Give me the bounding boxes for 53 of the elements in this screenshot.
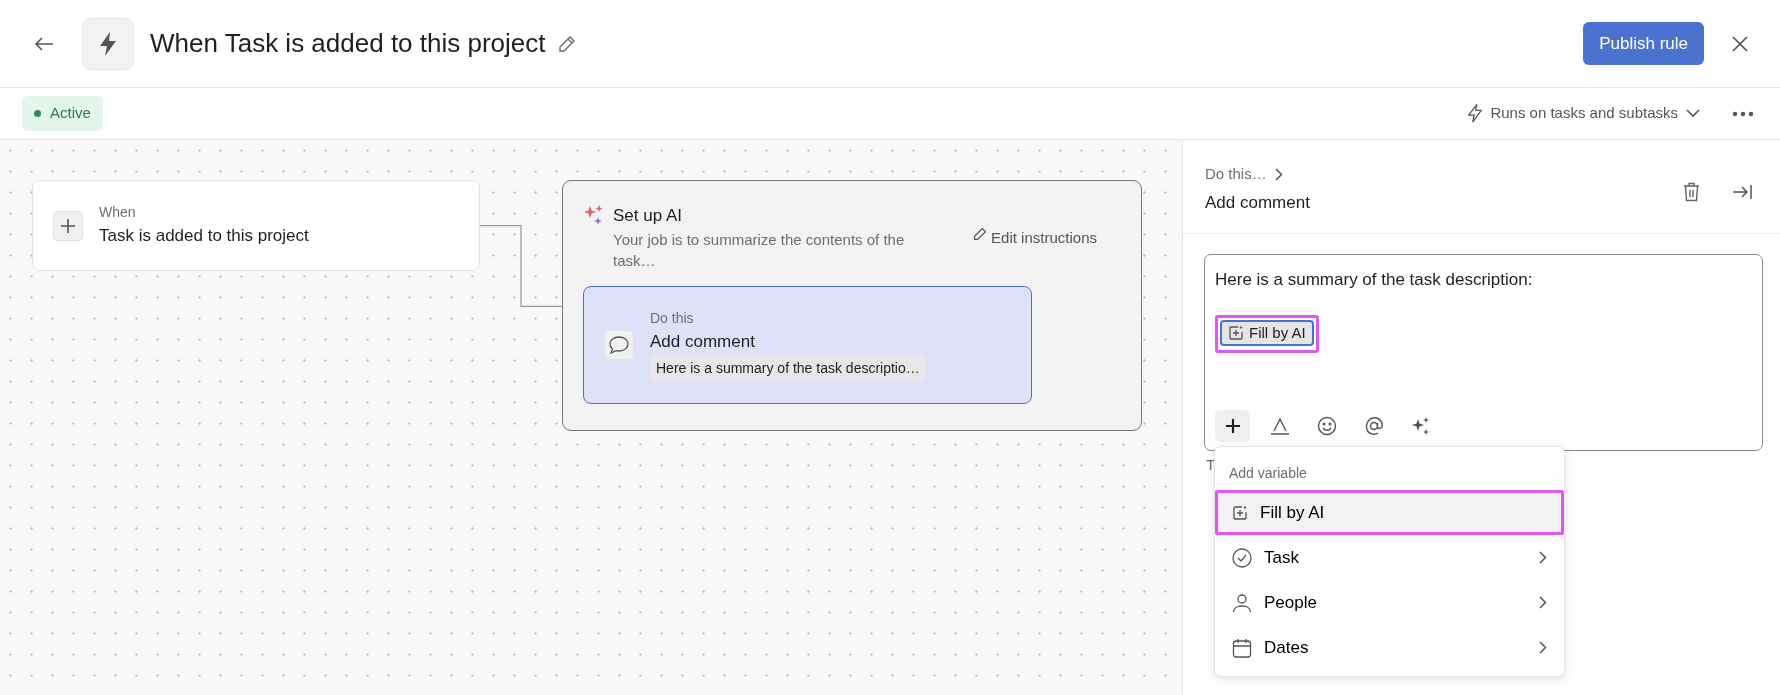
speech-bubble-icon [609, 336, 629, 354]
menu-item[interactable]: Task [1215, 535, 1564, 580]
action-title: Add comment [650, 331, 756, 354]
plus-icon [60, 217, 76, 234]
calendar-icon [1232, 637, 1252, 658]
status-dot-icon [34, 110, 41, 117]
trigger-text: Task is added to this project [99, 225, 309, 248]
pencil-icon [973, 227, 988, 241]
add-variable-button[interactable] [1215, 410, 1250, 442]
lightning-bolt-icon [99, 31, 117, 56]
ai-step-title: Set up AI [613, 205, 683, 227]
comment-text: Here is a summary of the task description: [1215, 269, 1534, 291]
publish-button[interactable]: Publish rule [1583, 21, 1704, 66]
menu-heading: Add variable [1228, 464, 1308, 483]
ai-step-description: Your job is to summarize the contents of the task… [613, 229, 906, 272]
chevron-right-icon [1539, 641, 1547, 654]
plus-icon [1224, 418, 1241, 434]
chevron-right-icon [1274, 167, 1283, 181]
menu-item[interactable]: Dates [1215, 625, 1564, 670]
rule-title: When Task is added to this project [150, 27, 546, 60]
checkmark-circle-icon [1232, 547, 1252, 568]
lightning-bolt-icon [1468, 104, 1483, 123]
menu-item[interactable]: People [1215, 580, 1564, 625]
chevron-right-icon [1539, 551, 1547, 564]
ai-field-icon [1228, 324, 1244, 341]
trash-icon [1683, 182, 1700, 202]
trigger-card[interactable]: When Task is added to this project [32, 180, 480, 271]
back-arrow-icon [34, 35, 54, 52]
sparkle-icon [583, 203, 605, 226]
mention-icon [1363, 416, 1384, 436]
collapse-panel-icon [1732, 184, 1752, 200]
action-label: Do this [650, 309, 695, 329]
fill-by-ai-chip[interactable]: Fill by AI [1220, 319, 1314, 346]
add-button[interactable] [53, 210, 83, 241]
person-icon [1232, 592, 1252, 613]
more-icon [1732, 110, 1754, 117]
ai-field-icon [1232, 504, 1248, 521]
menu-item[interactable]: Fill by AI [1215, 490, 1564, 535]
runs-on-dropdown[interactable]: Runs on tasks and subtasks [1464, 98, 1704, 129]
close-icon [1732, 35, 1748, 52]
panel-title: Add comment [1205, 192, 1310, 214]
text-format-icon [1269, 416, 1290, 436]
breadcrumb-link[interactable]: Do this… [1205, 163, 1283, 186]
chevron-down-icon [1686, 109, 1700, 118]
edit-instructions-link[interactable]: Edit instructions [973, 227, 1097, 272]
smiley-icon [1316, 416, 1337, 436]
ai-step-card[interactable]: Set up AI Your job is to summarize the contents of the task… Edit instructions Do this Add comment Here is a summary of the task descriptio… [562, 180, 1142, 431]
pencil-icon [557, 34, 576, 53]
comment-preview: Here is a summary of the task descriptio… [650, 354, 926, 382]
status-badge: Active [22, 96, 103, 131]
action-card[interactable]: Do this Add comment Here is a summary of the task descriptio… [583, 286, 1032, 404]
trigger-label: When [99, 203, 137, 223]
chevron-right-icon [1539, 596, 1547, 609]
